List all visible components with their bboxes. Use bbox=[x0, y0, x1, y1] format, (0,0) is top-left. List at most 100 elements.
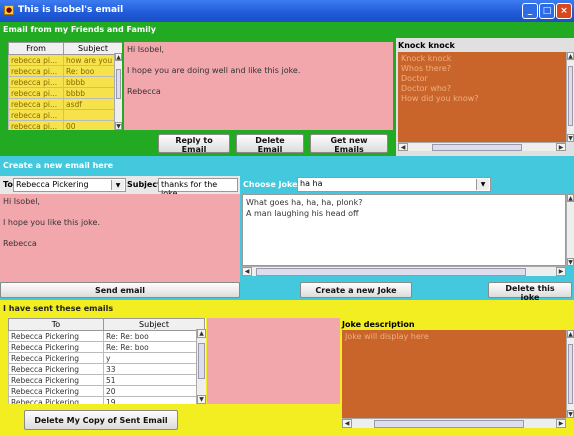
sent-table[interactable]: To Subject Rebecca Pickering Re: Re: boo R… bbox=[8, 318, 206, 404]
table-row[interactable]: Rebecca Pickering 19 bbox=[8, 396, 205, 404]
message-line: Hi Isobel, bbox=[127, 45, 164, 54]
table-row[interactable]: rebecca pi... bbbb bbox=[8, 76, 122, 88]
joke-panel-scrollbar[interactable]: ▲ ▼ bbox=[566, 52, 574, 142]
compose-line bbox=[3, 228, 237, 238]
create-joke-button[interactable]: Create a new Joke bbox=[300, 282, 412, 298]
table-row[interactable]: rebecca pi... 00 bbox=[8, 120, 122, 130]
joke-panel-title: Knock knock bbox=[398, 41, 455, 50]
joke-description-title: Joke description bbox=[342, 320, 415, 329]
table-cell: rebecca pi... bbox=[8, 98, 64, 110]
scroll-thumb[interactable] bbox=[568, 66, 573, 126]
table-row[interactable]: Rebecca Pickering 33 bbox=[8, 363, 205, 375]
table-cell: Rebecca Pickering bbox=[8, 396, 104, 404]
send-email-button[interactable]: Send email bbox=[0, 282, 240, 298]
table-cell: rebecca pi... bbox=[8, 120, 64, 130]
scroll-left-icon[interactable]: ◀ bbox=[342, 419, 352, 428]
scroll-left-icon[interactable]: ◀ bbox=[242, 267, 252, 276]
column-header-to[interactable]: To bbox=[8, 318, 104, 331]
compose-line: Hi Isobel, bbox=[3, 197, 40, 206]
table-cell: 20 bbox=[103, 385, 205, 397]
scroll-up-icon[interactable]: ▲ bbox=[567, 194, 574, 202]
joke-description-scrollbar[interactable]: ▲ ▼ bbox=[566, 330, 574, 418]
table-cell: 19 bbox=[103, 396, 205, 404]
minimize-icon[interactable]: _ bbox=[522, 3, 538, 19]
scroll-down-icon[interactable]: ▼ bbox=[567, 410, 574, 418]
table-cell: Rebecca Pickering bbox=[8, 385, 104, 397]
close-icon[interactable]: × bbox=[556, 3, 572, 19]
scroll-left-icon[interactable]: ◀ bbox=[398, 143, 408, 151]
table-row[interactable]: Rebecca Pickering 20 bbox=[8, 385, 205, 397]
scroll-thumb[interactable] bbox=[198, 343, 205, 379]
scroll-down-icon[interactable]: ▼ bbox=[567, 134, 574, 142]
subject-input[interactable]: thanks for the joke bbox=[158, 178, 238, 198]
to-select[interactable]: Rebecca Pickering ▼ bbox=[13, 178, 126, 192]
joke-panel-hscrollbar[interactable]: ◀ ▶ bbox=[398, 142, 566, 151]
column-header-subject[interactable]: Subject bbox=[103, 318, 205, 331]
column-header-from[interactable]: From bbox=[8, 42, 64, 55]
choose-joke-select[interactable]: ha ha ▼ bbox=[297, 177, 491, 192]
joke-text-scrollbar[interactable]: ▲ ▼ bbox=[566, 194, 574, 266]
joke-line: How did you know? bbox=[401, 94, 479, 103]
table-cell: rebecca pi... bbox=[8, 54, 64, 66]
scroll-right-icon[interactable]: ▶ bbox=[556, 419, 566, 428]
scroll-down-icon[interactable]: ▼ bbox=[197, 395, 206, 404]
reply-button[interactable]: Reply to Email bbox=[158, 134, 230, 154]
table-row[interactable]: Rebecca Pickering Re: Re: boo bbox=[8, 330, 205, 342]
sent-message-body[interactable] bbox=[207, 318, 340, 404]
delete-email-button[interactable]: Delete Email bbox=[236, 134, 304, 154]
table-cell: Rebecca Pickering bbox=[8, 341, 104, 353]
table-cell: 51 bbox=[103, 374, 205, 386]
maximize-icon[interactable]: □ bbox=[539, 3, 555, 19]
joke-text-hscrollbar[interactable]: ◀ ▶ bbox=[242, 266, 566, 276]
scroll-up-icon[interactable]: ▲ bbox=[567, 330, 574, 338]
inbox-header: Email from my Friends and Family bbox=[0, 22, 396, 36]
get-new-emails-button[interactable]: Get new Emails bbox=[310, 134, 388, 154]
joke-description-box: Joke will display here bbox=[342, 330, 566, 418]
table-cell: rebecca pi... bbox=[8, 87, 64, 99]
scroll-thumb[interactable] bbox=[116, 69, 121, 99]
inbox-message-body[interactable]: Hi Isobel, I hope you are doing well and … bbox=[124, 42, 393, 130]
inbox-table-scrollbar[interactable]: ▲ ▼ bbox=[114, 53, 122, 130]
table-row[interactable]: rebecca pi... asdf bbox=[8, 98, 122, 110]
scroll-down-icon[interactable]: ▼ bbox=[115, 122, 122, 130]
joke-text-area[interactable]: What goes ha, ha, ha, plonk? A man laughi… bbox=[242, 194, 566, 266]
table-row[interactable]: rebecca pi... bbbb bbox=[8, 87, 122, 99]
window-titlebar: ● This is Isobel's email _ □ × bbox=[0, 0, 574, 22]
table-row[interactable]: rebecca pi... how are you bbox=[8, 54, 122, 66]
table-cell: Rebecca Pickering bbox=[8, 374, 104, 386]
joke-line: Doctor who? bbox=[401, 84, 452, 93]
table-row[interactable]: rebecca pi... bbox=[8, 109, 122, 121]
table-row[interactable]: Rebecca Pickering y bbox=[8, 352, 205, 364]
joke-text-line: What goes ha, ha, ha, plonk? bbox=[246, 198, 363, 207]
delete-joke-button[interactable]: Delete this joke bbox=[488, 282, 572, 302]
inbox-table[interactable]: From Subject rebecca pi... how are you reb… bbox=[8, 42, 122, 130]
scroll-up-icon[interactable]: ▲ bbox=[567, 52, 574, 60]
joke-description-hscrollbar[interactable]: ◀ ▶ bbox=[342, 418, 566, 428]
sent-table-scrollbar[interactable]: ▲ ▼ bbox=[196, 329, 206, 404]
delete-sent-copy-button[interactable]: Delete My Copy of Sent Email bbox=[24, 410, 178, 430]
scroll-thumb[interactable] bbox=[256, 268, 526, 276]
compose-header: Create a new email here bbox=[0, 158, 240, 172]
joke-panel-text: Knock knock Whos there? Doctor Doctor who? H… bbox=[398, 52, 566, 142]
compose-line bbox=[3, 207, 237, 217]
scroll-thumb[interactable] bbox=[432, 144, 522, 151]
scroll-up-icon[interactable]: ▲ bbox=[197, 329, 206, 338]
scroll-up-icon[interactable]: ▲ bbox=[115, 53, 122, 61]
scroll-thumb[interactable] bbox=[568, 344, 573, 404]
choose-joke-value: ha ha bbox=[300, 179, 323, 188]
scroll-right-icon[interactable]: ▶ bbox=[556, 267, 566, 276]
table-row[interactable]: Rebecca Pickering Re: Re: boo bbox=[8, 341, 205, 353]
scroll-thumb[interactable] bbox=[374, 420, 524, 428]
scroll-down-icon[interactable]: ▼ bbox=[567, 258, 574, 266]
compose-body[interactable]: Hi Isobel, I hope you like this joke. Rebe… bbox=[0, 194, 240, 282]
table-cell: rebecca pi... bbox=[8, 76, 64, 88]
window-title: This is Isobel's email bbox=[18, 5, 124, 15]
table-row[interactable]: rebecca pi... Re: boo bbox=[8, 65, 122, 77]
scroll-right-icon[interactable]: ▶ bbox=[556, 143, 566, 151]
chevron-down-icon[interactable]: ▼ bbox=[476, 179, 489, 190]
message-line bbox=[127, 55, 390, 65]
joke-text-line: A man laughing his head off bbox=[246, 209, 359, 218]
message-line: I hope you are doing well and like this … bbox=[127, 66, 301, 75]
chevron-down-icon[interactable]: ▼ bbox=[111, 180, 124, 190]
table-row[interactable]: Rebecca Pickering 51 bbox=[8, 374, 205, 386]
